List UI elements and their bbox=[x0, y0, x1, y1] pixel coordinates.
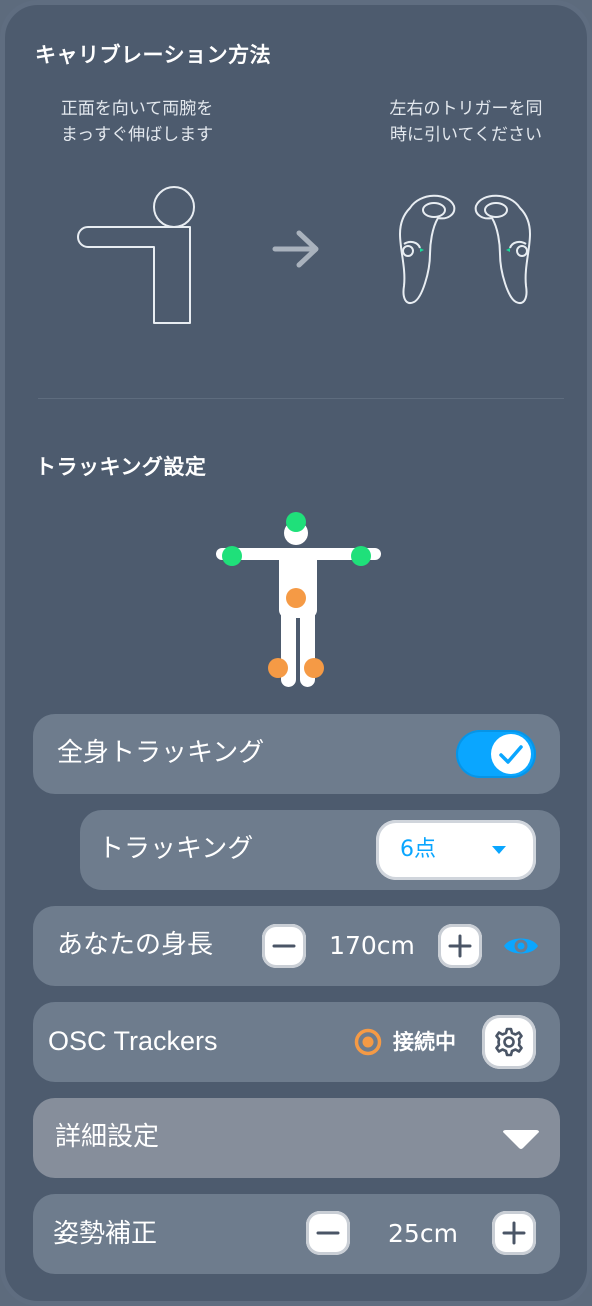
osc-trackers-row: OSC Trackers 接続中 bbox=[33, 1002, 560, 1082]
advanced-settings-label: 詳細設定 bbox=[55, 1122, 160, 1152]
connection-status-text: 接続中 bbox=[393, 1030, 456, 1054]
tracking-points-select[interactable]: 6点 bbox=[376, 820, 536, 880]
body-tracker-diagram bbox=[216, 512, 381, 687]
left-hand-tracker-dot bbox=[222, 546, 242, 566]
tracking-points-label: トラッキング bbox=[98, 834, 254, 864]
gear-icon bbox=[495, 1027, 523, 1057]
minus-icon bbox=[316, 1231, 340, 1235]
height-row: あなたの身長 170cm bbox=[33, 906, 560, 986]
calibration-panel: キャリブレーション方法 正面を向いて両腕を まっすぐ伸ばします 左右のトリガーを… bbox=[0, 0, 592, 1306]
height-value: 170cm bbox=[329, 931, 415, 960]
calibration-heading: キャリブレーション方法 bbox=[35, 43, 272, 67]
calibration-step2-text: 左右のトリガーを同 時に引いてください bbox=[389, 99, 543, 145]
eye-icon[interactable] bbox=[502, 932, 540, 960]
tracking-heading: トラッキング設定 bbox=[35, 455, 207, 479]
osc-settings-button[interactable] bbox=[482, 1015, 536, 1069]
posture-decrease-button[interactable] bbox=[306, 1211, 350, 1255]
height-decrease-button[interactable] bbox=[262, 924, 306, 968]
advanced-settings-row[interactable]: 詳細設定 bbox=[33, 1098, 560, 1178]
expand-caret-icon bbox=[503, 1130, 539, 1149]
controllers-illustration bbox=[399, 194, 531, 304]
height-increase-button[interactable] bbox=[438, 924, 482, 968]
posture-increase-button[interactable] bbox=[492, 1211, 536, 1255]
right-hand-tracker-dot bbox=[351, 546, 371, 566]
section-divider bbox=[38, 398, 564, 399]
full-body-tracking-label: 全身トラッキング bbox=[57, 738, 265, 768]
posture-correction-value: 25cm bbox=[388, 1219, 458, 1248]
left-foot-tracker-dot bbox=[268, 658, 288, 678]
check-icon bbox=[499, 745, 523, 764]
toggle-knob bbox=[491, 734, 531, 774]
head-tracker-dot bbox=[286, 512, 306, 532]
osc-trackers-label: OSC Trackers bbox=[48, 1026, 218, 1056]
full-body-tracking-toggle[interactable] bbox=[456, 730, 536, 778]
right-foot-tracker-dot bbox=[304, 658, 324, 678]
tracking-points-value: 6点 bbox=[400, 837, 436, 862]
height-label: あなたの身長 bbox=[57, 930, 214, 960]
dropdown-caret-icon bbox=[492, 846, 506, 854]
minus-icon bbox=[272, 944, 296, 948]
tracking-points-row: トラッキング 6点 bbox=[80, 810, 560, 890]
connection-status-icon bbox=[354, 1028, 382, 1056]
arrow-right-icon bbox=[272, 230, 319, 268]
arms-stretched-illustration bbox=[77, 186, 195, 324]
posture-correction-row: 姿勢補正 25cm bbox=[33, 1194, 560, 1274]
plus-icon bbox=[448, 934, 472, 958]
full-body-tracking-row: 全身トラッキング bbox=[33, 714, 560, 794]
calibration-step1-text: 正面を向いて両腕を まっすぐ伸ばします bbox=[60, 99, 214, 145]
hip-tracker-dot bbox=[286, 588, 306, 608]
plus-icon bbox=[502, 1221, 526, 1245]
posture-correction-label: 姿勢補正 bbox=[53, 1219, 158, 1249]
